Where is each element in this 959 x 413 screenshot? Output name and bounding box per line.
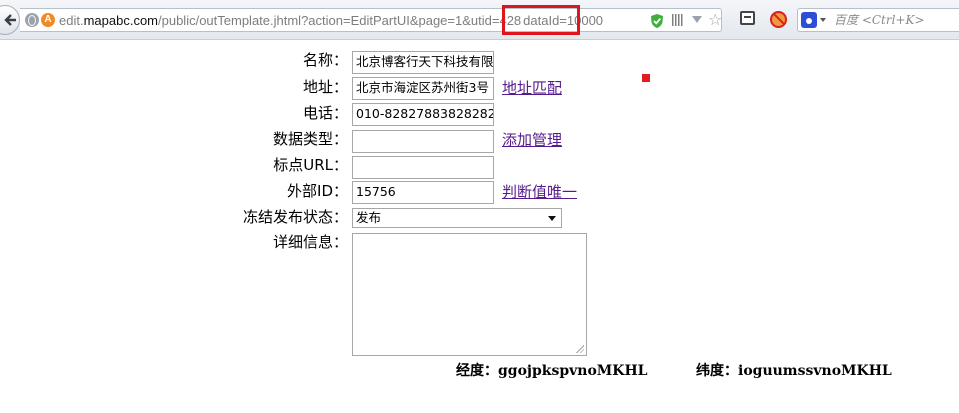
name-input[interactable]: 北京博客行天下科技有限公司	[352, 51, 494, 74]
shield-icon[interactable]	[650, 13, 664, 29]
check-unique-link[interactable]: 判断值唯一	[502, 182, 577, 202]
baidu-paw-icon[interactable]	[801, 12, 817, 28]
external-id-input[interactable]: 15756	[352, 181, 494, 204]
search-box[interactable]: 百度 <Ctrl+K>	[797, 8, 959, 32]
address-input[interactable]: 北京市海淀区苏州街3号	[352, 77, 494, 100]
search-engine-dropdown-icon[interactable]	[820, 18, 826, 22]
address-bar[interactable]: A edit.mapabc.com/public/outTemplate.jht…	[20, 5, 722, 35]
data-type-input[interactable]	[352, 130, 494, 153]
external-id-label: 外部ID：	[287, 182, 348, 200]
qr-code-icon[interactable]	[672, 14, 684, 26]
details-label: 详细信息：	[272, 233, 348, 251]
phone-label: 电话：	[302, 104, 348, 122]
marker-url-input[interactable]	[352, 156, 494, 179]
resize-grip-icon[interactable]	[576, 345, 584, 353]
latitude-label: 纬度：	[696, 363, 738, 379]
data-type-label: 数据类型：	[272, 130, 348, 148]
marker-url-label: 标点URL：	[273, 156, 348, 174]
latitude-value: ioguumssvnoMKHL	[738, 363, 892, 379]
red-marker	[642, 74, 650, 82]
longitude-value: ggojpkspvnoMKHL	[498, 363, 648, 379]
latitude-display: 纬度：ioguumssvnoMKHL	[696, 362, 892, 380]
details-textarea[interactable]	[352, 233, 587, 356]
bookmark-star-icon[interactable]: ☆	[708, 10, 722, 30]
address-match-link[interactable]: 地址匹配	[502, 78, 562, 98]
site-favicon: A	[41, 13, 55, 27]
url-dropdown-icon[interactable]	[692, 16, 702, 23]
reader-icon[interactable]	[740, 11, 755, 25]
publish-state-selected: 发布	[356, 210, 382, 225]
browser-toolbar: A edit.mapabc.com/public/outTemplate.jht…	[0, 0, 959, 40]
address-label: 地址：	[302, 78, 348, 96]
phone-input[interactable]: 010-82827883828282433	[352, 103, 494, 126]
add-management-link[interactable]: 添加管理	[502, 130, 562, 150]
chevron-down-icon[interactable]	[548, 216, 556, 221]
search-placeholder: 百度 <Ctrl+K>	[834, 13, 925, 27]
back-arrow-icon	[4, 14, 16, 26]
back-button[interactable]	[0, 5, 20, 35]
publish-state-label: 冻结发布状态：	[242, 208, 348, 226]
publish-state-select[interactable]: 发布	[352, 208, 562, 228]
red-highlight-box	[502, 5, 580, 35]
longitude-display: 经度：ggojpkspvnoMKHL	[456, 362, 648, 380]
globe-icon	[25, 13, 39, 27]
longitude-label: 经度：	[456, 363, 498, 379]
name-label: 名称：	[302, 51, 348, 69]
adblock-icon[interactable]	[770, 11, 787, 28]
